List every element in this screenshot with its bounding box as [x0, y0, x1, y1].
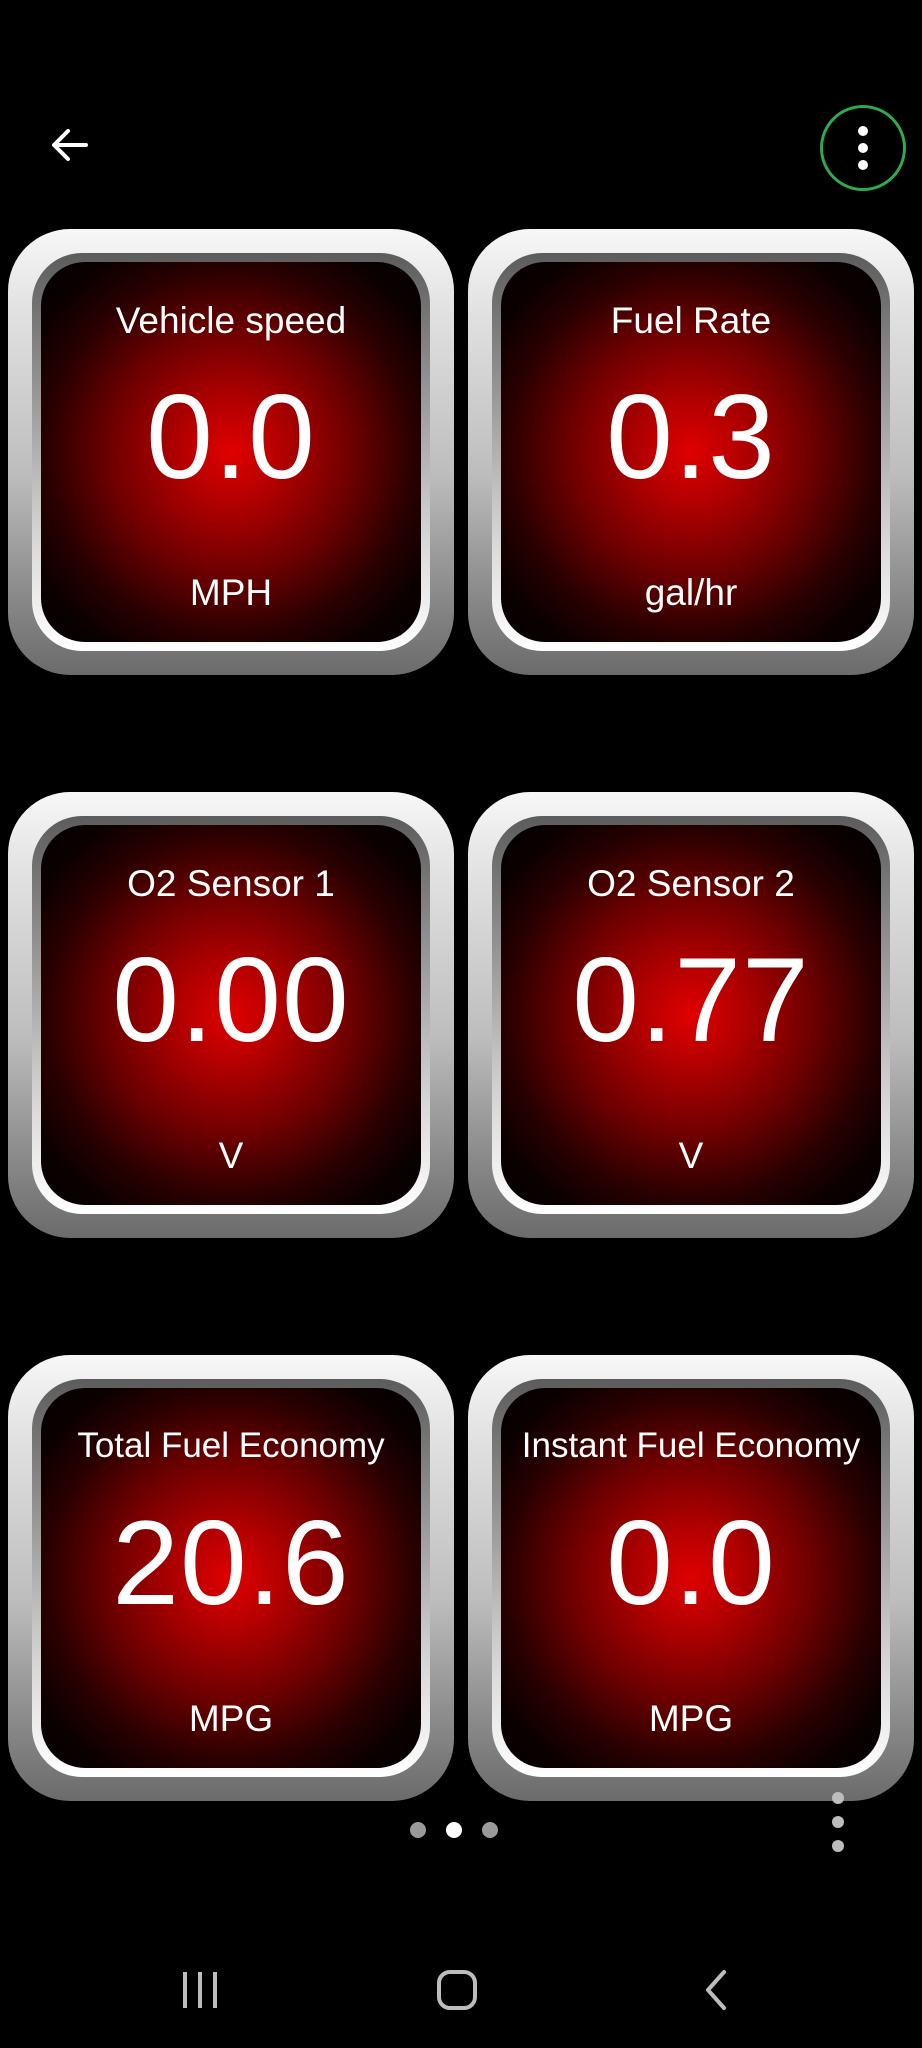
overflow-menu-button[interactable] — [820, 105, 906, 191]
gauge-value: 0.77 — [572, 933, 810, 1067]
gauge-unit: MPG — [648, 1698, 734, 1739]
page-dot[interactable] — [410, 1822, 426, 1838]
gauge-title: Total Fuel Economy — [77, 1426, 385, 1465]
gauge-face: Vehicle speed 0.0 MPH — [41, 262, 421, 642]
gauge-unit: gal/hr — [644, 572, 738, 613]
home-icon — [437, 1970, 477, 2010]
page-dot-active[interactable] — [446, 1822, 462, 1838]
gauge-unit: V — [218, 1135, 244, 1176]
more-vertical-icon — [858, 126, 868, 136]
gauge-face: Fuel Rate 0.3 gal/hr — [501, 262, 881, 642]
gauge-title: O2 Sensor 1 — [127, 863, 335, 904]
gauge-instant-fuel-economy[interactable]: Instant Fuel Economy 0.0 MPG — [468, 1355, 914, 1801]
gauge-face: Total Fuel Economy 20.6 MPG — [41, 1388, 421, 1768]
gauge-value: 0.0 — [606, 1496, 776, 1630]
gauge-unit: V — [678, 1135, 704, 1176]
gauge-total-fuel-economy[interactable]: Total Fuel Economy 20.6 MPG — [8, 1355, 454, 1801]
gauge-value: 0.0 — [146, 370, 316, 504]
toolbar — [0, 0, 922, 220]
gauge-title: O2 Sensor 2 — [587, 863, 795, 904]
gauge-unit: MPH — [189, 572, 273, 613]
gauge-title: Fuel Rate — [610, 300, 772, 341]
back-chevron-icon — [706, 1970, 726, 2010]
home-button[interactable] — [417, 1960, 497, 2020]
gauge-face: Instant Fuel Economy 0.0 MPG — [501, 1388, 881, 1768]
gauge-title: Vehicle speed — [115, 300, 347, 341]
gauge-title: Instant Fuel Economy — [521, 1426, 861, 1465]
page-dot[interactable] — [482, 1822, 498, 1838]
gauge-value: 0.3 — [606, 370, 776, 504]
system-navigation-bar — [0, 1940, 922, 2048]
gauge-vehicle-speed[interactable]: Vehicle speed 0.0 MPH — [8, 229, 454, 675]
recent-apps-button[interactable] — [160, 1960, 240, 2020]
back-button[interactable] — [40, 115, 100, 175]
recent-apps-icon — [183, 1972, 217, 2008]
gauge-value: 20.6 — [112, 1496, 350, 1630]
page-indicator — [410, 1820, 510, 1840]
more-vertical-icon — [832, 1792, 844, 1804]
arrow-left-icon — [52, 129, 88, 161]
gauge-o2-sensor-1[interactable]: O2 Sensor 1 0.00 V — [8, 792, 454, 1238]
gauge-face: O2 Sensor 2 0.77 V — [501, 825, 881, 1205]
gauge-face: O2 Sensor 1 0.00 V — [41, 825, 421, 1205]
gauge-value: 0.00 — [112, 933, 350, 1067]
gauge-fuel-rate[interactable]: Fuel Rate 0.3 gal/hr — [468, 229, 914, 675]
gauge-unit: MPG — [188, 1698, 274, 1739]
gauge-o2-sensor-2[interactable]: O2 Sensor 2 0.77 V — [468, 792, 914, 1238]
system-back-button[interactable] — [675, 1960, 755, 2020]
dashboard-options-button[interactable] — [828, 1792, 848, 1852]
